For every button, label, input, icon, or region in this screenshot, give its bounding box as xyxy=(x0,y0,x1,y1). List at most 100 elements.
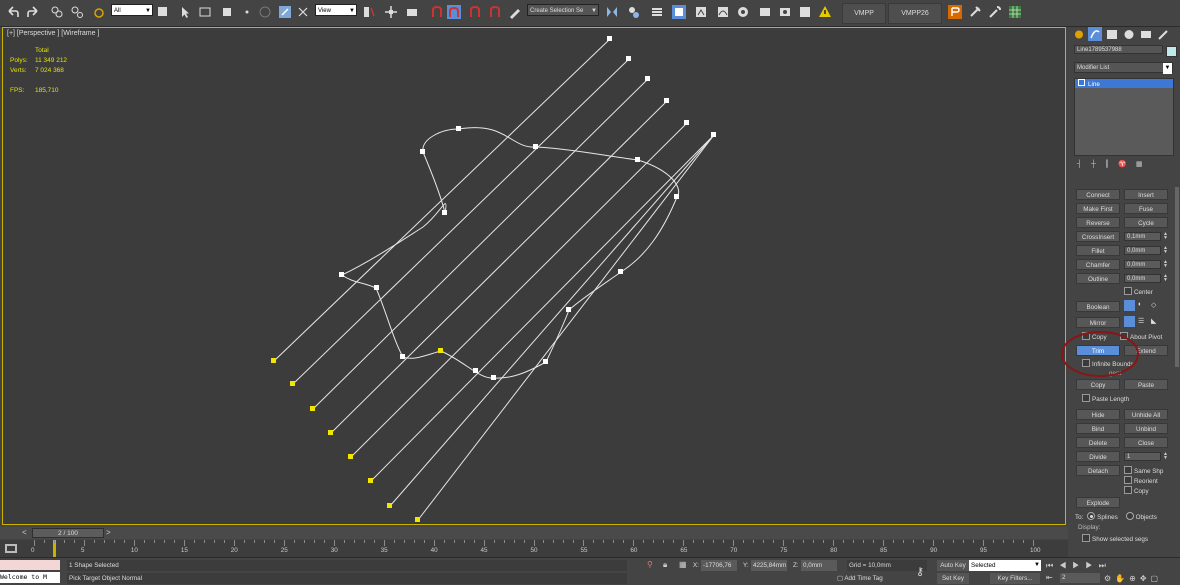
tools-icon[interactable] xyxy=(968,5,982,19)
time-slider[interactable]: < 2 / 100 > xyxy=(0,527,1068,539)
key-mode-dropdown[interactable]: Selected ▼ xyxy=(969,560,1041,571)
paste-button[interactable]: Paste xyxy=(1124,379,1168,390)
viewport-nav-controls[interactable]: ⚙✋⊕✥▢ xyxy=(1104,573,1178,584)
absolute-mode-icon[interactable]: ▦ xyxy=(679,560,689,571)
spinner-icon[interactable]: ▲ ▼ xyxy=(1162,452,1169,461)
unhide-all-button[interactable]: Unhide All xyxy=(1124,409,1168,420)
display-tab-icon[interactable] xyxy=(1139,28,1153,41)
center-checkbox[interactable]: Center xyxy=(1124,287,1153,297)
maxscript-listener-bottom[interactable]: Welcome to M xyxy=(0,572,60,583)
hierarchy-tab-icon[interactable] xyxy=(1105,28,1119,41)
schematic-view-icon[interactable] xyxy=(736,5,750,19)
key-filters-button[interactable]: Key Filters... xyxy=(990,573,1040,584)
boolean-button[interactable]: Boolean xyxy=(1076,301,1120,312)
insert-button[interactable]: Insert xyxy=(1124,189,1168,200)
explode-button[interactable]: Explode xyxy=(1076,497,1120,508)
set-key-button[interactable]: Set Key xyxy=(937,573,969,584)
copy-detach-checkbox[interactable]: Copy xyxy=(1124,486,1149,496)
select-and-link-icon[interactable] xyxy=(50,5,64,19)
select-rotate-icon[interactable] xyxy=(296,5,310,19)
mirror-both-icon[interactable]: ◣ xyxy=(1151,317,1160,326)
reference-coord-dropdown[interactable]: View ▼ xyxy=(315,4,357,16)
crossinsert-button[interactable]: CrossInsert xyxy=(1076,231,1120,242)
make-first-button[interactable]: Make First xyxy=(1076,203,1120,214)
select-object-icon[interactable] xyxy=(156,5,170,19)
spinner-icon[interactable]: ▲ ▼ xyxy=(1162,246,1169,255)
motion-tab-icon[interactable] xyxy=(1122,28,1136,41)
mirror-horizontal-icon[interactable] xyxy=(1124,316,1135,327)
fuse-button[interactable]: Fuse xyxy=(1124,203,1168,214)
edit-named-selection-icon[interactable] xyxy=(508,5,522,19)
mirror-icon[interactable] xyxy=(605,5,619,19)
create-tab-icon[interactable] xyxy=(1072,28,1086,41)
fillet-button[interactable]: Fillet xyxy=(1076,245,1120,256)
percent-snap-icon[interactable] xyxy=(468,5,482,19)
prev-frame-icon[interactable]: < xyxy=(22,528,32,538)
layer-explorer-icon[interactable] xyxy=(650,5,664,19)
scene-wireframe[interactable] xyxy=(3,28,1065,524)
mirror-button[interactable]: Mirror xyxy=(1076,317,1120,328)
expand-icon[interactable] xyxy=(1078,79,1085,86)
render-setup-icon[interactable] xyxy=(778,5,792,19)
select-cursor-icon[interactable] xyxy=(178,5,192,19)
selection-filter-dropdown[interactable]: All ▼ xyxy=(111,4,153,16)
object-name-field[interactable]: Line1789537988 xyxy=(1074,45,1163,54)
connect-button[interactable]: Connect xyxy=(1076,189,1120,200)
stack-tools-row[interactable]: ┤┼┃♈▦ xyxy=(1077,160,1173,170)
select-manipulate-icon[interactable] xyxy=(384,5,398,19)
delete-button[interactable]: Delete xyxy=(1076,437,1120,448)
crossinsert-field[interactable]: 0,1mm xyxy=(1124,232,1161,241)
auto-key-button[interactable]: Auto Key xyxy=(937,560,969,571)
align-icon[interactable] xyxy=(627,5,641,19)
divide-button[interactable]: Divide xyxy=(1076,451,1120,462)
boolean-intersect-icon[interactable]: ◇ xyxy=(1151,301,1160,310)
spinner-icon[interactable]: ▲ ▼ xyxy=(1162,232,1169,241)
x-coordinate-field[interactable]: -17706,76 xyxy=(701,560,737,571)
warning-icon[interactable] xyxy=(818,5,832,19)
modify-tab-icon[interactable] xyxy=(1088,27,1102,41)
maxscript-listener-top[interactable] xyxy=(0,560,60,570)
curve-editor-icon[interactable] xyxy=(716,5,730,19)
spinner-icon[interactable]: ▲ ▼ xyxy=(1162,274,1169,283)
select-move-icon[interactable] xyxy=(278,5,292,19)
modifier-stack-item-line[interactable]: Line xyxy=(1075,79,1173,88)
snaps-toggle-icon[interactable] xyxy=(430,5,444,19)
rectangular-selection-icon[interactable] xyxy=(220,5,234,19)
mirror-vertical-icon[interactable]: ☰ xyxy=(1138,317,1147,326)
fillet-field[interactable]: 0,0mm xyxy=(1124,246,1161,255)
radio-icon[interactable] xyxy=(1125,512,1134,520)
redo-icon[interactable] xyxy=(26,5,40,19)
track-bar[interactable]: 0 5 10 15 20 25 30 35 40 45 50 55 60 65 70 75 80 85 90 95 10… xyxy=(0,540,1068,557)
hide-button[interactable]: Hide xyxy=(1076,409,1120,420)
material-editor-icon[interactable] xyxy=(758,5,772,19)
outline-field[interactable]: 0,0mm xyxy=(1124,274,1161,283)
outline-button[interactable]: Outline xyxy=(1076,273,1120,284)
panel-scrollbar[interactable] xyxy=(1175,187,1179,367)
unbind-button[interactable]: Unbind xyxy=(1124,423,1168,434)
lock-icon[interactable]: 🔒︎ xyxy=(663,560,673,571)
script-icon[interactable] xyxy=(948,5,962,19)
z-coordinate-field[interactable]: 0,0mm xyxy=(801,560,837,571)
spinner-icon[interactable]: ▲ ▼ xyxy=(1162,260,1169,269)
modifier-list-dropdown[interactable]: Modifier List ▼ xyxy=(1074,62,1173,74)
key-icon[interactable]: ⚷ xyxy=(916,565,930,579)
undo-icon[interactable] xyxy=(6,5,20,19)
rendered-frame-icon[interactable] xyxy=(798,5,812,19)
perspective-viewport[interactable]: [+] [Perspective ] [Wireframe ] Total Po… xyxy=(2,27,1066,525)
keyboard-shortcut-icon[interactable] xyxy=(405,5,419,19)
divide-field[interactable]: 1 xyxy=(1124,452,1161,461)
detach-button[interactable]: Detach xyxy=(1076,465,1120,476)
time-slider-thumb[interactable]: 2 / 100 xyxy=(32,528,104,538)
bind-space-warp-icon[interactable] xyxy=(92,5,106,19)
bind-button[interactable]: Bind xyxy=(1076,423,1120,434)
cycle-button[interactable]: Cycle xyxy=(1124,217,1168,228)
toggle-scene-explorer-icon[interactable] xyxy=(672,5,686,19)
boolean-union-icon[interactable] xyxy=(1124,300,1135,311)
reorient-checkbox[interactable]: Reorient xyxy=(1124,476,1158,486)
named-selection-dropdown[interactable]: Create Selection Se ▼ xyxy=(527,4,599,16)
key-mode-toggle-icon[interactable]: ⇤ xyxy=(1046,573,1054,584)
show-selected-segs-checkbox[interactable]: Show selected segs xyxy=(1082,534,1148,544)
object-color-swatch[interactable] xyxy=(1166,46,1177,57)
playback-controls[interactable]: ⏮◀▶▶⏭ xyxy=(1046,560,1176,571)
spinner-snap-icon[interactable] xyxy=(488,5,502,19)
